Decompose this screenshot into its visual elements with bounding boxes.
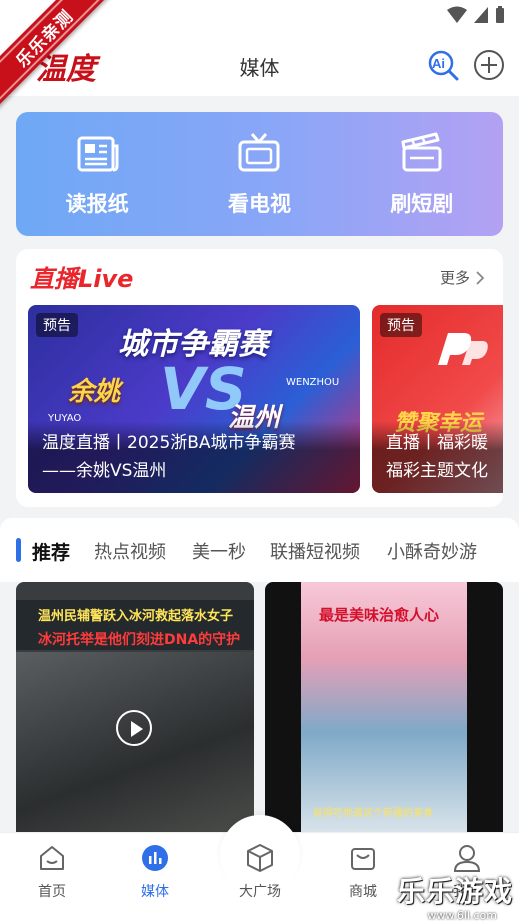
site-watermark: 乐乐游戏 (396, 875, 513, 908)
ai-search-icon[interactable]: Ai (426, 48, 460, 82)
app-header: 温度 媒体 Ai (0, 34, 519, 96)
live-item-caption: 直播丨福彩暖 福彩主题文化 (372, 421, 503, 493)
nav-label: 首页 (38, 884, 66, 900)
live-caption-line: 福彩主题文化 (386, 461, 488, 481)
media-icon (142, 845, 168, 871)
tab-recommend[interactable]: 推荐 (32, 538, 70, 565)
feed-video-card[interactable]: 温州民辅警跃入冰河救起落水女子 冰河托举是他们刻进DNA的守护 (16, 582, 254, 832)
battery-icon (496, 6, 504, 23)
clapperboard-icon (401, 132, 442, 172)
nav-mall[interactable]: 商城 (323, 843, 403, 901)
lottery-logo-icon (438, 333, 488, 365)
nav-media[interactable]: 媒体 (115, 843, 195, 901)
team-left-name: 余姚 (68, 377, 121, 407)
live-caption-line: 温度直播丨2025浙BA城市争霸赛 (42, 433, 296, 453)
quick-action-newspaper[interactable]: 读报纸 (32, 130, 162, 218)
tab-xiaosu-tour[interactable]: 小酥奇妙游 (387, 538, 477, 564)
feed-caption-line: 就得吃地道这个新疆的美食 (313, 808, 433, 819)
nav-square[interactable]: 大广场 (220, 843, 300, 901)
newspaper-icon (77, 136, 119, 172)
live-more-link[interactable]: 更多 (440, 267, 485, 288)
quick-action-tv[interactable]: 看电视 (194, 130, 324, 218)
feed-caption-line: 冰河托举是他们刻进DNA的守护 (38, 632, 241, 648)
quick-actions-card: 读报纸 看电视 刷短剧 (16, 112, 503, 236)
quick-action-drama[interactable]: 刷短剧 (357, 130, 487, 218)
tab-broadcast-shorts[interactable]: 联播短视频 (270, 538, 360, 564)
svg-text:Ai: Ai (432, 56, 445, 71)
nav-label: 商城 (349, 884, 377, 900)
live-section-title: 直播Live (30, 265, 134, 293)
content-tabs: 推荐 热点视频 美一秒 联播短视频 小酥奇妙游 (0, 518, 519, 582)
tab-active-indicator (16, 538, 21, 562)
nav-label: 媒体 (141, 884, 169, 900)
live-item-card[interactable]: 城市争霸赛 余姚 VS 温州 YUYAO WENZHOU 预告 温度直播丨202… (28, 305, 360, 493)
home-icon (40, 846, 64, 870)
site-watermark-url: www.6ll.com (427, 909, 497, 922)
video-feed: 温州民辅警跃入冰河救起落水女子 冰河托举是他们刻进DNA的守护 最是美味治愈人心… (0, 582, 519, 832)
cube-icon (247, 844, 273, 872)
nav-label: 大广场 (239, 884, 281, 900)
feed-caption-line: 最是美味治愈人心 (319, 606, 440, 624)
chevron-right-icon (476, 270, 485, 285)
wifi-icon (447, 6, 467, 23)
preview-badge: 预告 (380, 313, 422, 337)
tv-icon (238, 133, 280, 172)
live-section: 直播Live 更多 城市争霸赛 余姚 VS 温州 YUYAO WENZHOU 预… (16, 249, 503, 507)
bottom-nav: 首页 媒体 大广场 商城 我的 乐乐游戏 www.6ll.com (0, 815, 519, 924)
live-caption-line: 直播丨福彩暖 (386, 433, 488, 453)
live-item-caption: 温度直播丨2025浙BA城市争霸赛 ——余姚VS温州 (28, 421, 360, 493)
play-icon[interactable] (116, 710, 152, 746)
feed-caption-line: 温州民辅警跃入冰河救起落水女子 (38, 609, 234, 624)
quick-action-label: 刷短剧 (390, 192, 454, 216)
team-right-sub: WENZHOU (286, 377, 340, 388)
quick-action-label: 读报纸 (65, 192, 129, 216)
status-icons (447, 6, 505, 24)
nav-home[interactable]: 首页 (12, 843, 92, 901)
add-icon[interactable] (472, 48, 506, 82)
live-more-label: 更多 (439, 269, 470, 287)
mall-icon (351, 848, 375, 870)
signal-icon (474, 7, 488, 23)
profile-icon (453, 845, 481, 872)
live-item-card[interactable]: 赞聚幸运 预告 直播丨福彩暖 福彩主题文化 (372, 305, 503, 493)
feed-video-card[interactable]: 最是美味治愈人心 就得吃地道这个新疆的美食 (265, 582, 503, 832)
preview-badge: 预告 (36, 313, 78, 337)
quick-action-label: 看电视 (227, 192, 291, 216)
live-caption-line: ——余姚VS温州 (42, 461, 167, 481)
tab-beauty-second[interactable]: 美一秒 (192, 538, 246, 564)
tab-hot-videos[interactable]: 热点视频 (94, 538, 166, 564)
